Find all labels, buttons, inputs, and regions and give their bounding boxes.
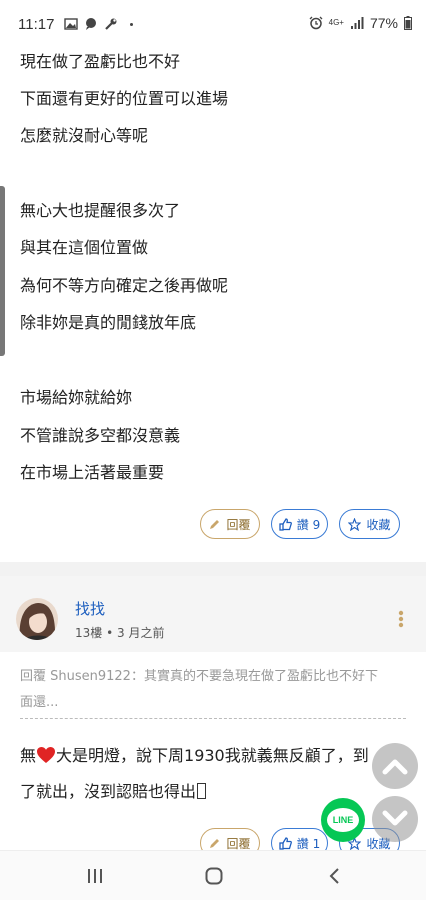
back-icon — [329, 868, 339, 884]
comment-meta: 13樓 • 3 月之前 — [75, 624, 164, 641]
alarm-icon — [309, 16, 323, 30]
back-button[interactable] — [322, 865, 346, 887]
post-line: 不管誰說多空都沒意義 — [20, 426, 181, 445]
chat-bubble-icon — [86, 18, 96, 30]
avatar-image — [16, 598, 58, 640]
battery-percent: 77% — [369, 15, 398, 31]
home-button[interactable] — [202, 865, 226, 887]
like-button[interactable]: 讚 9 — [271, 509, 328, 539]
floor-number: 13樓 — [75, 626, 103, 640]
system-icons: 4G+ 77% — [309, 15, 412, 31]
post-line: 無心大也提醒很多次了 — [20, 201, 181, 220]
favorite-button[interactable]: 收藏 — [339, 509, 400, 539]
line-bubble-icon: LINE — [327, 808, 359, 832]
meta-dot: • — [106, 626, 118, 640]
section-separator — [0, 562, 426, 576]
reply-button[interactable]: 回覆 — [200, 509, 260, 539]
post-line: 市場給妳就給妳 — [20, 388, 133, 407]
comment-line: 了就出，沒到認賠也得出 — [20, 782, 207, 802]
quote-line: 面還... — [20, 695, 59, 710]
recent-apps-icon — [88, 869, 102, 883]
pencil-icon — [210, 520, 220, 529]
status-bar: 11:17 4G+ 77% — [0, 0, 426, 44]
post-line: 在市場上活著最重要 — [20, 463, 165, 482]
comment-author[interactable]: 找找 — [75, 598, 105, 619]
dot-icon — [130, 22, 133, 26]
post-line: 與其在這個位置做 — [20, 238, 149, 257]
home-icon — [205, 867, 223, 885]
comment-text-rest: 大是明燈，說下周1930我就義無反顧了，到 — [56, 746, 369, 765]
wrench-icon — [105, 18, 117, 30]
scroll-up-button[interactable] — [372, 743, 418, 789]
line-share-button[interactable]: LINE — [321, 798, 365, 842]
battery-icon — [404, 16, 412, 30]
scroll-edge-indicator[interactable] — [0, 186, 5, 356]
pencil-icon — [210, 839, 220, 848]
network-type: 4G+ — [328, 18, 344, 27]
comment-text-line2: 了就出，沒到認賠也得出 — [20, 782, 197, 801]
signal-icon — [350, 17, 364, 29]
navigation-bar — [0, 850, 426, 900]
post-line: 為何不等方向確定之後再做呢 — [20, 276, 229, 295]
comment-text-start: 無 — [20, 746, 37, 765]
line-label: LINE — [332, 815, 354, 825]
status-time: 11:17 — [18, 16, 55, 33]
heart-icon — [37, 747, 56, 763]
quoted-reply[interactable]: 回覆 Shusen9122：其實真的不要急現在做了盈虧比也不好下 面還... — [20, 664, 406, 716]
avatar[interactable] — [16, 598, 58, 640]
quote-line: 回覆 Shusen9122：其實真的不要急現在做了盈虧比也不好下 — [20, 669, 378, 684]
post-line: 現在做了盈虧比也不好 — [20, 52, 181, 71]
post-line: 怎麼就沒耐心等呢 — [20, 126, 149, 145]
chevron-down-icon — [382, 810, 408, 826]
reply-label: 回覆 — [226, 517, 251, 532]
like-label: 讚 9 — [296, 517, 321, 532]
recent-apps-button[interactable] — [83, 865, 107, 887]
post-line: 下面還有更好的位置可以進場 — [20, 89, 229, 108]
gallery-icon — [64, 18, 78, 30]
thumbs-up-icon — [279, 836, 292, 850]
thumbs-up-icon — [279, 517, 292, 531]
notification-icons — [64, 17, 133, 31]
comment-line: 無大是明燈，說下周1930我就義無反顧了，到 — [20, 746, 369, 766]
star-icon — [348, 517, 362, 531]
comment-time: 3 月之前 — [117, 626, 165, 640]
favorite-label: 收藏 — [366, 517, 391, 532]
reply-label: 回覆 — [226, 836, 251, 851]
more-options-icon[interactable] — [398, 610, 404, 628]
comment-header: 找找 13樓 • 3 月之前 — [0, 576, 426, 652]
missing-glyph-icon — [197, 783, 207, 799]
chevron-up-icon — [382, 759, 408, 775]
scroll-down-button[interactable] — [372, 796, 418, 842]
post-line: 除非妳是真的閒錢放年底 — [20, 313, 197, 332]
quote-divider — [20, 718, 406, 719]
like-label: 讚 1 — [296, 836, 321, 851]
